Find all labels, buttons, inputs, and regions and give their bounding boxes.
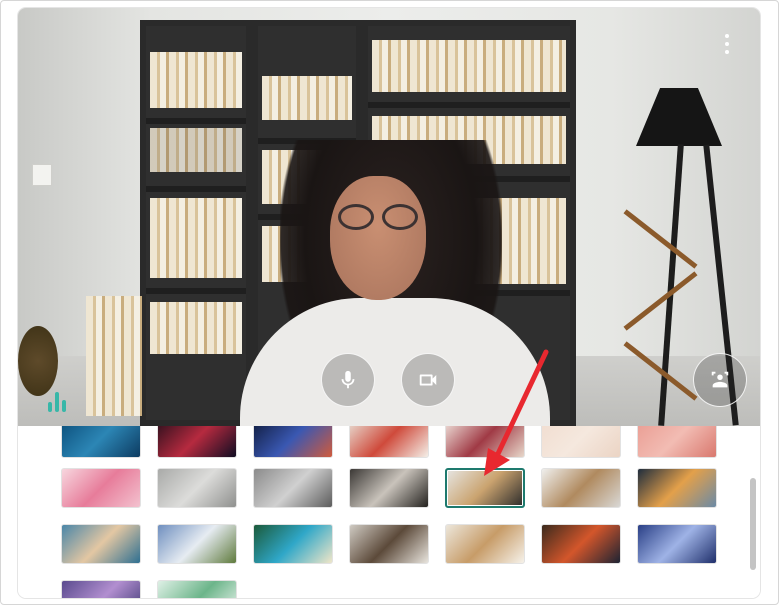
thumbnail-bg-wood-kitchen[interactable] [445,524,525,564]
window-frame [0,0,779,605]
videocam-icon [419,374,437,386]
thumbnail-bg-pink-plain[interactable] [541,426,621,458]
thumbnail-bg-beach-arch[interactable] [61,524,141,564]
thumbnail-bg-autumn-leaves[interactable] [541,524,621,564]
books [150,52,242,108]
person-glasses [338,204,420,232]
background-effects-button[interactable] [693,353,747,407]
thumbnail-bg-white-shelves[interactable] [541,468,621,508]
person-face [330,176,426,300]
shelf-board [146,288,246,294]
book-stack [86,296,142,416]
thumbnail-bg-horses-fog[interactable] [349,524,429,564]
thumbnail-bg-dark-room[interactable] [349,468,429,508]
thumbnail-bg-gray-loft[interactable] [253,468,333,508]
books [150,128,242,172]
thumbnail-bg-fern-blue[interactable] [637,524,717,564]
thumbnail-bg-gray-office[interactable] [157,468,237,508]
camera-preview [18,8,760,426]
thumbnail-bg-purple-abstract[interactable] [61,580,141,598]
thumbnail-bg-mountains[interactable] [157,524,237,564]
shelf-board [146,118,246,124]
thumbnail-bg-fireworks[interactable] [253,426,333,458]
thumbnail-bg-floral-pattern[interactable] [445,426,525,458]
thumbnail-bg-bookshelf-room[interactable] [445,468,525,508]
thumbnail-bg-glass-house[interactable] [637,468,717,508]
thumbnail-bg-green-pattern[interactable] [157,580,237,598]
thumbnail-bg-pink-blossom[interactable] [61,468,141,508]
background-effects-icon [711,371,729,388]
books [262,76,352,120]
wall-switch [32,164,52,186]
plant [18,326,58,396]
more-vert-icon[interactable] [722,34,732,54]
shelf-board [368,102,570,108]
background-effects-panel [18,8,760,598]
books [372,40,566,92]
audio-level-icon [48,390,66,412]
microphone-icon [341,370,355,389]
microphone-button[interactable] [321,353,375,407]
thumbnail-bg-blue-underwater[interactable] [61,426,141,458]
bookshelf-left [140,20,252,426]
thumbnail-bg-flowers[interactable] [349,426,429,458]
books [150,302,242,354]
thumbnail-bg-red-nebula[interactable] [157,426,237,458]
shelf-board [146,186,246,192]
books [150,198,242,278]
thumbnail-bg-tropical-beach[interactable] [253,524,333,564]
gallery-scrollbar[interactable] [750,478,756,570]
background-thumbnail-grid [18,426,760,598]
thumbnail-bg-pink-grid[interactable] [637,426,717,458]
camera-button[interactable] [401,353,455,407]
